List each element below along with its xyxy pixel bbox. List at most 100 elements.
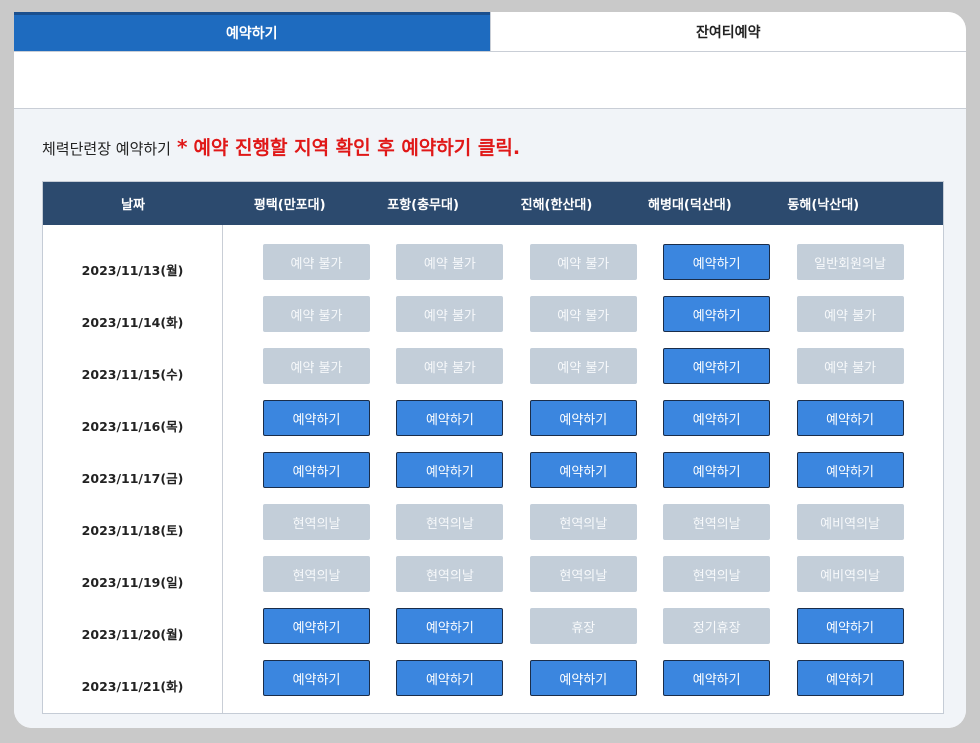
header-date: 날짜 bbox=[121, 198, 145, 213]
slot-cell: 예약하기 bbox=[663, 660, 796, 712]
slot-cell: 예약하기 bbox=[396, 660, 529, 712]
unavailable-slot-button: 예약 불가 bbox=[396, 296, 504, 332]
unavailable-slot-button: 현역의날 bbox=[263, 504, 370, 540]
slot-cell: 예약 불가 bbox=[796, 296, 930, 348]
slot-cell: 예약하기 bbox=[529, 452, 663, 504]
date-cell: 2023/11/17(금) bbox=[81, 470, 184, 486]
date-column: 2023/11/13(월) 2023/11/14(화) 2023/11/15(수) 2… bbox=[43, 225, 223, 713]
unavailable-slot-button: 예약 불가 bbox=[796, 348, 904, 384]
table-row: 예약하기 예약하기 예약하기 예약하기 예약하기 bbox=[263, 400, 943, 452]
unavailable-slot-button: 예약 불가 bbox=[396, 348, 504, 384]
reserve-button[interactable]: 예약하기 bbox=[796, 660, 904, 696]
header-location: 동해(낙산대) bbox=[787, 198, 860, 213]
slot-cell: 예비역의날 bbox=[796, 504, 930, 556]
date-cell: 2023/11/18(토) bbox=[81, 522, 184, 538]
header-location: 해병대(덕산대) bbox=[648, 198, 732, 213]
reserve-button[interactable]: 예약하기 bbox=[796, 400, 904, 436]
unavailable-slot-button: 예약 불가 bbox=[529, 296, 637, 332]
reserve-button[interactable]: 예약하기 bbox=[663, 400, 771, 436]
reserve-button[interactable]: 예약하기 bbox=[663, 660, 771, 696]
required-asterisk: * bbox=[176, 135, 188, 159]
unavailable-slot-button: 예약 불가 bbox=[263, 296, 370, 332]
reserve-button[interactable]: 예약하기 bbox=[529, 400, 637, 436]
blank-area bbox=[14, 52, 966, 108]
reserve-button[interactable]: 예약하기 bbox=[263, 400, 370, 436]
slot-cell: 예약하기 bbox=[529, 400, 663, 452]
unavailable-slot-button: 예약 불가 bbox=[529, 244, 637, 280]
reserve-button[interactable]: 예약하기 bbox=[663, 244, 771, 280]
slot-cell: 현역의날 bbox=[396, 556, 529, 608]
table-row: 현역의날 현역의날 현역의날 현역의날 예비역의날 bbox=[263, 556, 943, 608]
slot-cell: 예약하기 bbox=[663, 400, 796, 452]
date-cell: 2023/11/19(일) bbox=[81, 574, 184, 590]
reservation-panel: 예약하기 잔여티예약 체력단련장 예약하기 * 예약 진행할 지역 확인 후 예… bbox=[14, 12, 966, 728]
unavailable-slot-button: 현역의날 bbox=[529, 556, 637, 592]
slot-cell: 예약하기 bbox=[796, 400, 930, 452]
slot-cell: 예약 불가 bbox=[396, 244, 529, 296]
slot-cell: 예약하기 bbox=[529, 660, 663, 712]
unavailable-slot-button: 현역의날 bbox=[529, 504, 637, 540]
reserve-button[interactable]: 예약하기 bbox=[796, 452, 904, 488]
slot-cell: 휴장 bbox=[529, 608, 663, 660]
slot-cell: 예약하기 bbox=[796, 660, 930, 712]
date-cell: 2023/11/16(목) bbox=[81, 418, 184, 434]
slot-cell: 예약 불가 bbox=[396, 348, 529, 400]
reserve-button[interactable]: 예약하기 bbox=[663, 296, 771, 332]
slot-cell: 예약 불가 bbox=[263, 244, 396, 296]
header-location: 평택(만포대) bbox=[253, 198, 326, 213]
reserve-button[interactable]: 예약하기 bbox=[663, 452, 771, 488]
slot-cell: 현역의날 bbox=[263, 556, 396, 608]
slot-cell: 예약 불가 bbox=[796, 348, 930, 400]
table-row: 예약하기 예약하기 예약하기 예약하기 예약하기 bbox=[263, 660, 943, 712]
slot-cell: 예약하기 bbox=[663, 244, 796, 296]
reserve-button[interactable]: 예약하기 bbox=[396, 608, 504, 644]
slot-cell: 예약하기 bbox=[263, 452, 396, 504]
reserve-button[interactable]: 예약하기 bbox=[396, 660, 504, 696]
table-header: 날짜 평택(만포대) 포항(충무대) 진해(한산대) 해병대(덕산대) 동해(낙… bbox=[43, 182, 943, 225]
slot-cell: 예약하기 bbox=[663, 452, 796, 504]
table-row: 예약하기 예약하기 휴장 정기휴장 예약하기 bbox=[263, 608, 943, 660]
reserve-button[interactable]: 예약하기 bbox=[263, 660, 370, 696]
tab-remaining-tee-reservation[interactable]: 잔여티예약 bbox=[489, 12, 966, 51]
slot-cell: 예약하기 bbox=[263, 608, 396, 660]
reserve-button[interactable]: 예약하기 bbox=[263, 452, 370, 488]
reserve-button[interactable]: 예약하기 bbox=[796, 608, 904, 644]
content-area: 체력단련장 예약하기 * 예약 진행할 지역 확인 후 예약하기 클릭. 날짜 … bbox=[14, 108, 966, 728]
reserve-button[interactable]: 예약하기 bbox=[529, 452, 637, 488]
slot-cell: 예약하기 bbox=[263, 400, 396, 452]
reserve-button[interactable]: 예약하기 bbox=[663, 348, 771, 384]
slot-cell: 예약하기 bbox=[796, 608, 930, 660]
header-location: 포항(충무대) bbox=[387, 198, 459, 213]
reserve-button[interactable]: 예약하기 bbox=[263, 608, 370, 644]
table-row: 현역의날 현역의날 현역의날 현역의날 예비역의날 bbox=[263, 504, 943, 556]
slot-grid: 예약 불가 예약 불가 예약 불가 예약하기 일반회원의날 예약 불가 예약 불가 예약 불가… bbox=[223, 225, 943, 713]
reserve-button[interactable]: 예약하기 bbox=[529, 660, 637, 696]
slot-cell: 현역의날 bbox=[529, 556, 663, 608]
unavailable-slot-button: 예비역의날 bbox=[796, 504, 904, 540]
slot-cell: 예비역의날 bbox=[796, 556, 930, 608]
slot-cell: 예약 불가 bbox=[529, 348, 663, 400]
slot-cell: 예약하기 bbox=[396, 400, 529, 452]
tab-reservation[interactable]: 예약하기 bbox=[14, 12, 490, 51]
tab-bar: 예약하기 잔여티예약 bbox=[14, 12, 966, 52]
unavailable-slot-button: 현역의날 bbox=[663, 504, 771, 540]
unavailable-slot-button: 예비역의날 bbox=[796, 556, 904, 592]
unavailable-slot-button: 예약 불가 bbox=[529, 348, 637, 384]
table-row: 예약 불가 예약 불가 예약 불가 예약하기 예약 불가 bbox=[263, 296, 943, 348]
reserve-button[interactable]: 예약하기 bbox=[396, 400, 504, 436]
header-location: 진해(한산대) bbox=[520, 198, 593, 213]
date-cell: 2023/11/15(수) bbox=[81, 366, 184, 382]
unavailable-slot-button: 현역의날 bbox=[396, 504, 504, 540]
slot-cell: 예약 불가 bbox=[529, 244, 663, 296]
date-cell: 2023/11/14(화) bbox=[81, 314, 184, 330]
slot-cell: 현역의날 bbox=[396, 504, 529, 556]
unavailable-slot-button: 예약 불가 bbox=[263, 244, 370, 280]
slot-cell: 현역의날 bbox=[663, 556, 796, 608]
page-heading: 체력단련장 예약하기 * 예약 진행할 지역 확인 후 예약하기 클릭. bbox=[42, 133, 520, 160]
reserve-button[interactable]: 예약하기 bbox=[396, 452, 504, 488]
unavailable-slot-button: 현역의날 bbox=[263, 556, 370, 592]
table-body: 2023/11/13(월) 2023/11/14(화) 2023/11/15(수) 2… bbox=[43, 225, 943, 713]
slot-cell: 현역의날 bbox=[263, 504, 396, 556]
slot-cell: 현역의날 bbox=[663, 504, 796, 556]
instruction-notice: 예약 진행할 지역 확인 후 예약하기 클릭. bbox=[193, 137, 521, 159]
